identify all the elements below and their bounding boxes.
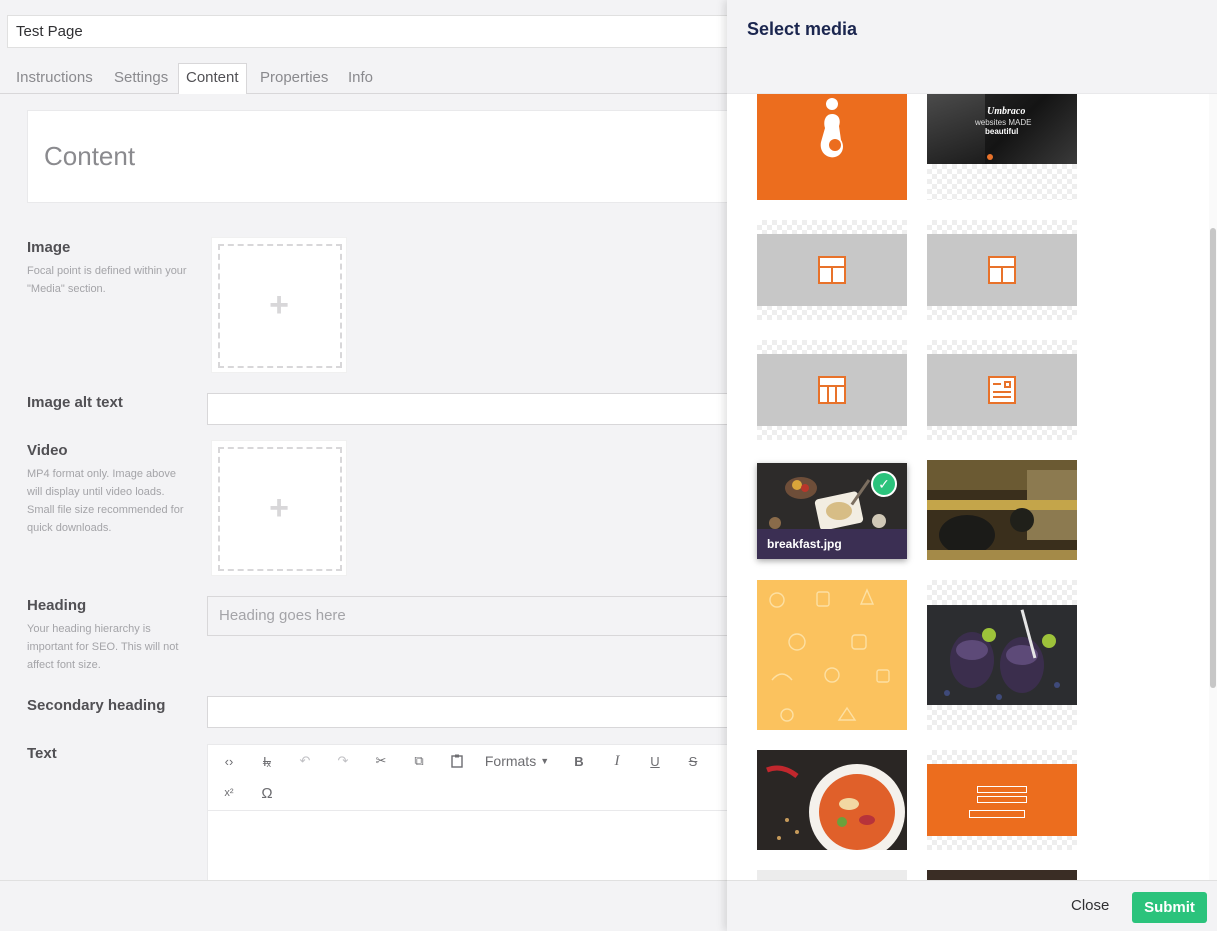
tab-properties[interactable]: Properties (260, 64, 328, 94)
media-item[interactable] (757, 220, 907, 320)
video-description: MP4 format only. Image above will displa… (27, 468, 184, 534)
umbraco-text-1: Umbraco (987, 106, 1026, 117)
form-button-icon (969, 810, 1025, 818)
media-item-name: breakfast.jpg (757, 529, 907, 559)
image-picker[interactable]: + (211, 237, 347, 373)
caret-down-icon: ▼ (540, 756, 550, 766)
media-item[interactable] (927, 580, 1077, 730)
media-item[interactable] (757, 340, 907, 440)
orange-logo-icon (820, 98, 843, 158)
content-editor: Test Page Instructions Settings Content … (0, 0, 727, 931)
placeholder-band (757, 354, 907, 426)
article-icon (988, 376, 1016, 404)
media-scrollbar[interactable] (1209, 94, 1217, 880)
yellow-pattern (757, 580, 907, 730)
bold-icon[interactable]: B (566, 747, 592, 775)
media-item[interactable] (757, 750, 907, 850)
selected-check-icon: ✓ (871, 471, 897, 497)
image-alt-label: Image alt text (27, 394, 123, 411)
media-item[interactable] (757, 94, 907, 200)
content-area: Content Image Focal point is defined wit… (7, 94, 727, 884)
select-media-dialog: Select media Umbraco websites MADE beaut… (727, 0, 1217, 931)
soup-photo (757, 750, 907, 850)
paste-glyph (451, 754, 463, 768)
dot-icon (987, 154, 993, 160)
media-item[interactable] (757, 580, 907, 730)
strikethrough-icon[interactable]: S (680, 747, 706, 775)
orange-form-band (927, 764, 1077, 836)
media-item[interactable] (927, 340, 1077, 440)
add-icon: + (269, 285, 289, 324)
clear-format-icon[interactable]: I̶ₓ (254, 747, 280, 775)
omega-icon[interactable]: Ω (254, 779, 280, 807)
video-label: Video (27, 442, 68, 459)
image-alt-input[interactable] (207, 393, 727, 425)
video-picker[interactable]: + (211, 440, 347, 576)
code-icon[interactable]: ‹› (216, 747, 242, 775)
close-button[interactable]: Close (1071, 897, 1109, 914)
secondary-heading-label: Secondary heading (27, 697, 166, 714)
media-item-selected[interactable]: ✓ breakfast.jpg (757, 463, 907, 559)
underline-icon[interactable]: U (642, 747, 668, 775)
media-grid: Umbraco websites MADE beautiful ✓ breakf… (727, 94, 1217, 880)
tab-content[interactable]: Content (178, 63, 247, 95)
text-label: Text (27, 745, 57, 762)
columns-icon (818, 376, 846, 404)
laptop-shape (927, 94, 985, 164)
paste-icon[interactable] (444, 747, 470, 775)
redo-icon[interactable]: ↷ (330, 747, 356, 775)
media-item[interactable] (927, 870, 1077, 880)
media-item[interactable]: Umbraco websites MADE beautiful (927, 94, 1077, 200)
italic-icon[interactable]: I (604, 747, 630, 775)
dialog-footer: Close Submit (727, 880, 1217, 931)
media-item[interactable] (927, 460, 1077, 560)
media-item[interactable] (927, 750, 1077, 850)
rte-toolbar: ‹› I̶ₓ ↶ ↷ ✂ ⧉ Formats ▼ B I U S x² Ω (208, 745, 727, 811)
form-field-icon (977, 786, 1027, 793)
layout-icon (988, 256, 1016, 284)
page-name-input[interactable]: Test Page (7, 15, 727, 48)
media-item[interactable] (757, 870, 907, 880)
image-description: Focal point is defined within your "Medi… (27, 265, 187, 295)
layout-icon (818, 256, 846, 284)
group-title: Content (44, 141, 136, 171)
formats-dropdown[interactable]: Formats ▼ (480, 747, 554, 775)
tab-settings[interactable]: Settings (114, 64, 168, 94)
placeholder-band (757, 234, 907, 306)
content-tabs: Instructions Settings Content Properties… (0, 62, 727, 95)
umbraco-text-3: beautiful (985, 127, 1019, 136)
dialog-title: Select media (747, 19, 858, 39)
add-icon: + (269, 488, 289, 527)
heading-label: Heading (27, 597, 87, 614)
undo-icon[interactable]: ↶ (292, 747, 318, 775)
heading-input[interactable]: Heading goes here (207, 596, 727, 636)
form-field-icon (977, 796, 1027, 803)
copy-icon[interactable]: ⧉ (406, 747, 432, 775)
tab-info[interactable]: Info (348, 64, 373, 94)
dialog-header: Select media (727, 0, 1217, 94)
cut-icon[interactable]: ✂ (368, 747, 394, 775)
group-header: Content (27, 110, 727, 203)
tab-instructions[interactable]: Instructions (16, 64, 93, 94)
scrollbar-thumb[interactable] (1210, 228, 1216, 688)
drinks-photo (927, 605, 1077, 705)
placeholder-band (927, 354, 1077, 426)
bar-photo (927, 460, 1077, 560)
heading-description: Your heading hierarchy is important for … (27, 623, 179, 671)
editor-footer (0, 880, 727, 931)
placeholder-band (927, 234, 1077, 306)
superscript-icon[interactable]: x² (216, 779, 242, 807)
umbraco-text-2: websites MADE (975, 118, 1032, 127)
secondary-heading-input[interactable] (207, 696, 727, 728)
rich-text-editor[interactable]: ‹› I̶ₓ ↶ ↷ ✂ ⧉ Formats ▼ B I U S x² Ω (207, 744, 727, 884)
submit-button[interactable]: Submit (1132, 892, 1207, 923)
umbraco-photo: Umbraco websites MADE beautiful (927, 94, 1077, 164)
image-label: Image (27, 239, 71, 256)
formats-label: Formats (484, 753, 537, 769)
media-item[interactable] (927, 220, 1077, 320)
